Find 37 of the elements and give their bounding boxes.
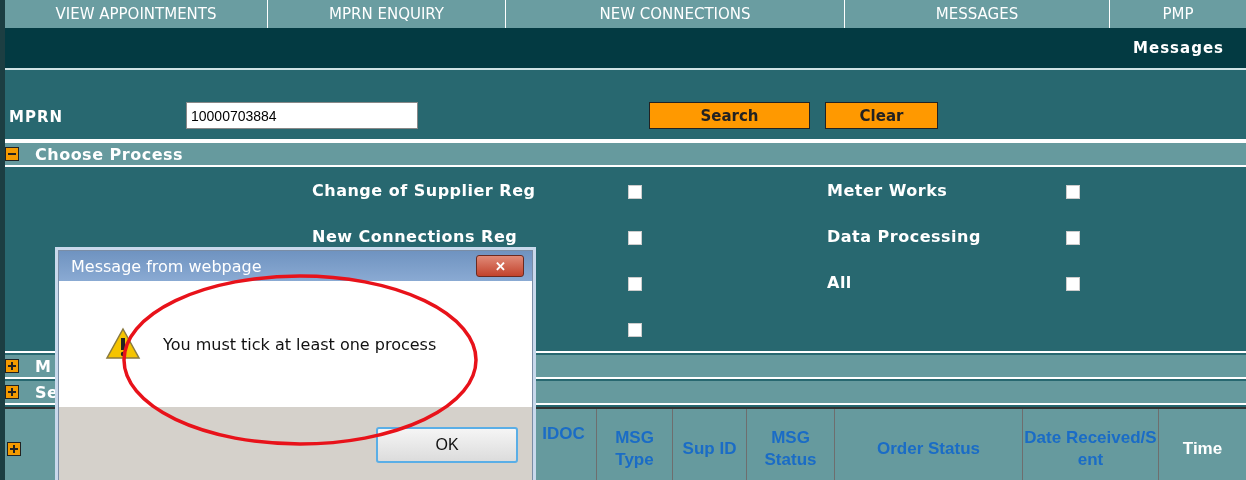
- dialog-title: Message from webpage: [71, 256, 262, 276]
- warning-icon: [105, 327, 141, 361]
- process-label: All: [827, 273, 852, 292]
- column-header[interactable]: Time: [1182, 437, 1223, 461]
- page-title: Messages: [1133, 39, 1224, 57]
- action-button[interactable]: Search: [649, 102, 810, 129]
- action-button[interactable]: Clear: [825, 102, 938, 129]
- process-label: Data Processing: [827, 227, 981, 246]
- checkbox[interactable]: [628, 231, 642, 245]
- expand-icon[interactable]: [5, 385, 19, 399]
- checkbox[interactable]: [628, 277, 642, 291]
- section-header[interactable]: Choose Process: [5, 143, 1246, 167]
- nav-tab[interactable]: PMP: [1110, 0, 1246, 28]
- checkbox[interactable]: [1066, 231, 1080, 245]
- process-label: New Connections Reg: [312, 227, 518, 246]
- column-header[interactable]: Date Received/Sent: [1023, 426, 1158, 472]
- checkbox[interactable]: [1066, 185, 1080, 199]
- section-title: Choose Process: [35, 144, 184, 164]
- column-header[interactable]: MSG Type: [597, 426, 672, 472]
- column-header[interactable]: Sup ID: [682, 437, 737, 461]
- process-label: Change of Supplier Reg: [312, 181, 536, 200]
- expand-icon[interactable]: [7, 442, 21, 456]
- process-label: Meter Works: [827, 181, 948, 200]
- checkbox[interactable]: [628, 185, 642, 199]
- section-title: M: [35, 356, 52, 376]
- column-header[interactable]: Order Status: [877, 437, 980, 461]
- mprn-label: MPRN: [8, 108, 65, 126]
- ok-button[interactable]: OK: [376, 427, 518, 463]
- collapse-icon[interactable]: [5, 147, 19, 161]
- checkbox[interactable]: [628, 323, 642, 337]
- close-button[interactable]: ✕: [476, 255, 524, 277]
- mprn-field[interactable]: 10000703884: [186, 102, 418, 129]
- checkbox[interactable]: [1066, 277, 1080, 291]
- expand-icon[interactable]: [5, 359, 19, 373]
- column-header[interactable]: IDOC: [542, 423, 585, 446]
- column-header[interactable]: MSG Status: [747, 426, 834, 472]
- dialog-message: You must tick at least one process: [163, 334, 437, 354]
